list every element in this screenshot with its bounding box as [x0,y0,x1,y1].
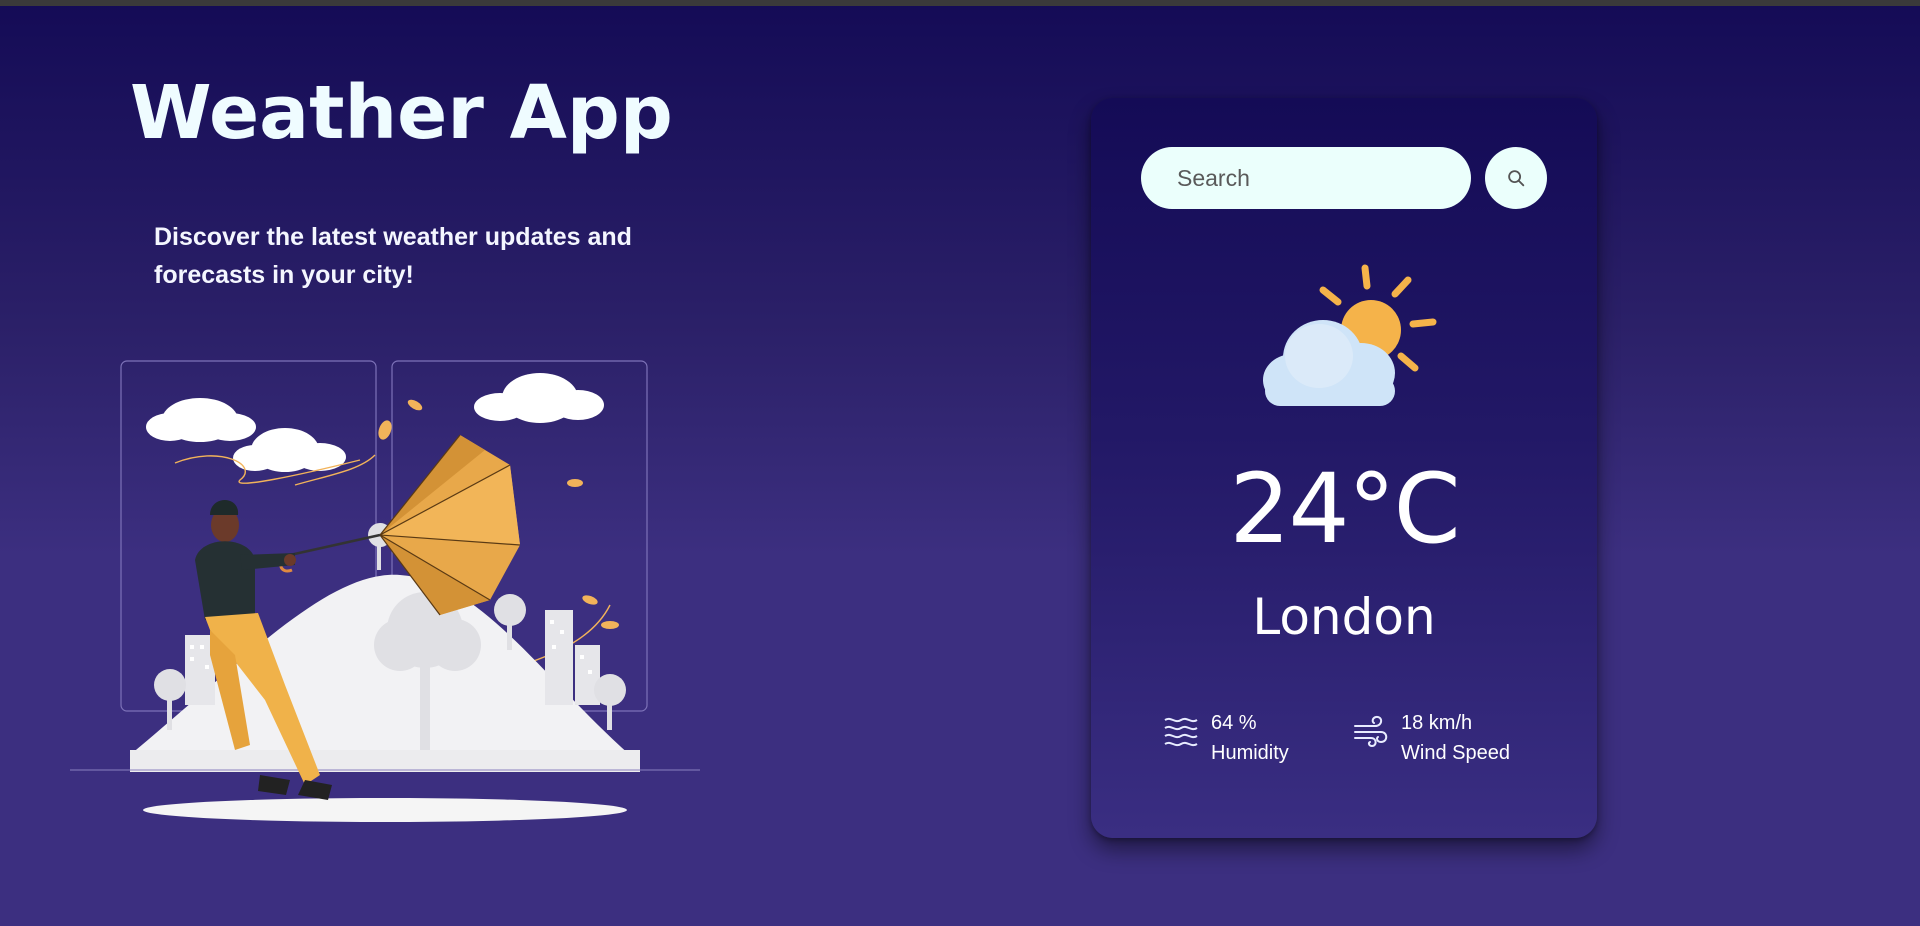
wind-label: Wind Speed [1401,742,1510,764]
wind-value: 18 km/h [1401,712,1473,734]
search-button[interactable] [1485,147,1547,209]
tagline: Discover the latest weather updates and … [154,223,632,289]
humidity-waves-icon [1164,717,1198,747]
humidity-label: Humidity [1211,742,1289,764]
app-title: Weather App [130,70,673,156]
hero-section: Weather App Discover the latest weather … [0,0,760,926]
wind-icon [1354,715,1388,748]
weather-card: 24°C London 64 % Humidity 18 km/h Win [1091,98,1597,838]
temperature: 24°C [1229,453,1460,565]
city-name: London [1252,588,1436,646]
wind-detail: 18 km/h Wind Speed [1353,708,1510,768]
humidity-value: 64 % [1211,712,1257,734]
search-input[interactable] [1141,147,1471,209]
search-icon [1508,170,1525,187]
sun-behind-cloud-icon [1263,264,1437,406]
humidity-detail: 64 % Humidity [1163,708,1289,768]
windy-umbrella-illustration [70,360,700,822]
